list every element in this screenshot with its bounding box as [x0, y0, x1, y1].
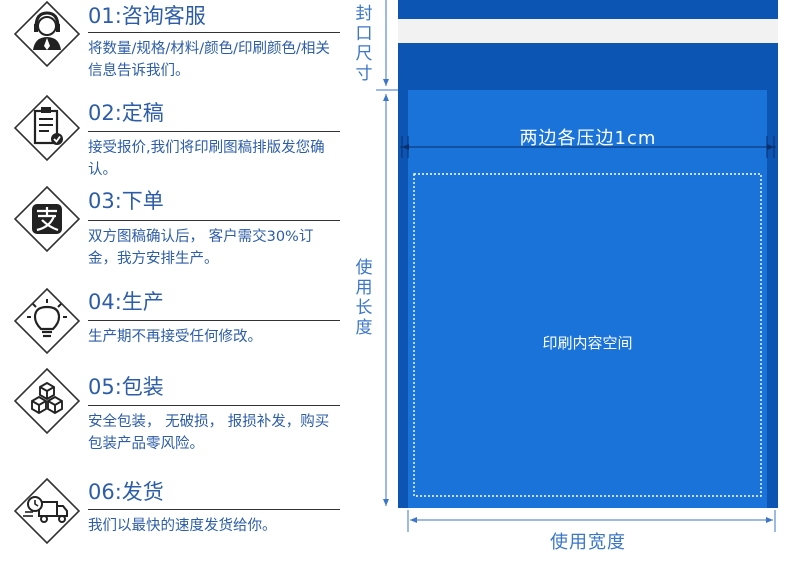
step-title: 04:生产 — [88, 290, 164, 314]
side-press-label: 两边各压边1cm — [519, 128, 657, 149]
step-description: 将数量/规格/材料/颜色/印刷颜色/相关信息告诉我们。 — [88, 41, 330, 79]
step-divider — [88, 131, 340, 132]
step-title: 03:下单 — [88, 189, 164, 213]
step-divider — [88, 320, 340, 321]
step-description: 双方图稿确认后， 客户需交30%订金，我方安排生产。 — [88, 229, 314, 267]
bag-diagram — [398, 0, 778, 508]
step-description: 安全包装， 无破损， 报损补发，购买包装产品零风险。 — [88, 414, 330, 452]
usable-width-label: 使用宽度 — [550, 532, 626, 553]
print-area-label: 印刷内容空间 — [542, 334, 633, 352]
step-description: 生产期不再接受任何修改。 — [88, 329, 262, 345]
step-divider — [88, 509, 340, 510]
step-description: 接受报价,我们将印刷图稿排版发您确认。 — [88, 140, 325, 178]
step-title: 01:咨询客服 — [88, 4, 206, 28]
boxes-icon — [13, 367, 81, 435]
step-divider — [88, 405, 340, 406]
step-title: 02:定稿 — [88, 101, 164, 125]
step-title: 06:发货 — [88, 480, 164, 504]
vertical-dimension-lines — [376, 0, 398, 506]
alipay-icon — [13, 185, 81, 253]
seal-size-label: 封口尺寸 — [355, 4, 373, 84]
clipboard-check-icon — [13, 94, 81, 162]
step-divider — [88, 32, 340, 33]
step-description: 我们以最快的速度发货给你。 — [88, 518, 277, 534]
step-divider — [88, 220, 340, 221]
usable-length-label: 使用长度 — [355, 258, 373, 338]
customer-service-icon — [13, 0, 81, 68]
delivery-truck-icon — [13, 477, 81, 545]
lightbulb-icon — [13, 287, 81, 355]
step-title: 05:包装 — [88, 375, 164, 399]
